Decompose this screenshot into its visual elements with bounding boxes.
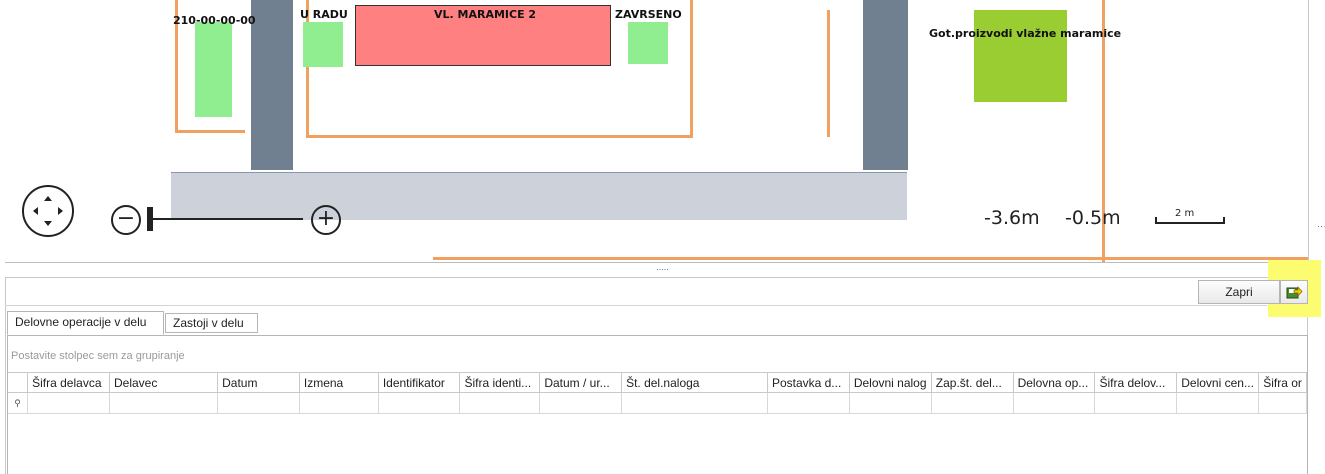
scale-label: 2 m	[1175, 208, 1195, 219]
pan-control[interactable]	[22, 185, 74, 237]
grid-header-row: Šifra delavca Delavec Datum Izmena Ident…	[8, 372, 1307, 393]
floor-strip-edge	[171, 172, 907, 173]
floor-strip	[171, 172, 907, 220]
filter-cell[interactable]	[1013, 392, 1096, 414]
column-header[interactable]: Datum / ur...	[539, 372, 623, 393]
close-button[interactable]: Zapri	[1198, 280, 1280, 304]
wall-line	[827, 10, 830, 137]
station-item[interactable]	[195, 22, 232, 117]
filter-cell[interactable]	[459, 392, 541, 414]
pan-arrows-icon	[33, 196, 63, 226]
status-in-progress-label: U RADU	[300, 8, 348, 21]
station-done[interactable]	[628, 22, 668, 64]
filter-cell[interactable]	[621, 392, 768, 414]
column-header[interactable]: Šifra delavca	[27, 372, 110, 393]
zoom-in-button[interactable]: +	[311, 205, 341, 235]
column-header[interactable]: Šifra delov...	[1094, 372, 1178, 393]
filter-cell[interactable]	[109, 392, 219, 414]
row-indicator-header	[8, 372, 29, 393]
column-header[interactable]: Izmena	[299, 372, 379, 393]
filter-row: ⚲	[8, 392, 1307, 414]
wall-line	[306, 135, 692, 138]
wall-line	[175, 130, 245, 133]
item-code-label: 210-00-00-00	[173, 14, 256, 27]
data-grid: Postavite stolpec sem za grupiranje Šifr…	[7, 335, 1308, 474]
grid-table: Šifra delavca Delavec Datum Izmena Ident…	[8, 372, 1307, 414]
station-in-progress[interactable]	[303, 22, 343, 67]
filter-cell[interactable]	[1176, 392, 1260, 414]
group-panel-hint[interactable]: Postavite stolpec sem za grupiranje	[8, 336, 1307, 372]
filter-cell[interactable]	[1258, 392, 1307, 414]
tab-downtimes[interactable]: Zastoji v delu	[165, 313, 258, 333]
wall-line	[690, 0, 693, 138]
side-grip[interactable]: ⋮	[1317, 222, 1325, 231]
column-header[interactable]: Delovni cen...	[1176, 372, 1260, 393]
column-header[interactable]: Delavec	[109, 372, 219, 393]
wall-line	[433, 257, 1308, 260]
filter-cell[interactable]	[27, 392, 110, 414]
tab-work-operations[interactable]: Delovne operacije v delu	[7, 311, 164, 335]
pillar	[863, 0, 908, 170]
export-button[interactable]	[1280, 280, 1308, 304]
filter-cell[interactable]	[217, 392, 300, 414]
column-header[interactable]: Št. del.naloga	[621, 372, 768, 393]
column-header[interactable]: Zap.št. del...	[931, 372, 1014, 393]
column-header[interactable]: Identifikator	[378, 372, 461, 393]
machine-name-label: VL. MARAMICE 2	[434, 8, 537, 21]
zoom-out-button[interactable]: −	[111, 205, 141, 235]
column-header[interactable]: Šifra or	[1258, 372, 1307, 393]
export-icon	[1286, 286, 1303, 299]
splitter-grip[interactable]: .....	[0, 263, 1325, 275]
finished-goods-label: Got.proizvodi vlažne maramice	[929, 27, 1122, 40]
filter-cell[interactable]	[1094, 392, 1178, 414]
coordinate-y: -0.5m	[1065, 207, 1121, 229]
column-header[interactable]: Delovna op...	[1013, 372, 1096, 393]
column-header[interactable]: Delovni nalog	[849, 372, 932, 393]
pillar	[251, 0, 293, 170]
panel-divider	[5, 305, 1267, 306]
filter-cell[interactable]	[378, 392, 461, 414]
filter-cell[interactable]	[767, 392, 850, 414]
coordinate-x: -3.6m	[984, 207, 1040, 229]
status-done-label: ZAVRSENO	[615, 8, 682, 21]
filter-cell[interactable]	[849, 392, 932, 414]
column-header[interactable]: Datum	[217, 372, 300, 393]
filter-pin-icon: ⚲	[8, 392, 29, 414]
column-header[interactable]: Postavka d...	[767, 372, 850, 393]
floor-map[interactable]: 210-00-00-00 U RADU VL. MARAMICE 2 ZAVRS…	[5, 0, 1309, 263]
filter-cell[interactable]	[931, 392, 1014, 414]
filter-cell[interactable]	[299, 392, 379, 414]
zoom-slider-track[interactable]	[153, 218, 303, 220]
finished-goods-storage[interactable]	[974, 10, 1067, 102]
filter-cell[interactable]	[539, 392, 623, 414]
column-header[interactable]: Šifra identi...	[459, 372, 541, 393]
